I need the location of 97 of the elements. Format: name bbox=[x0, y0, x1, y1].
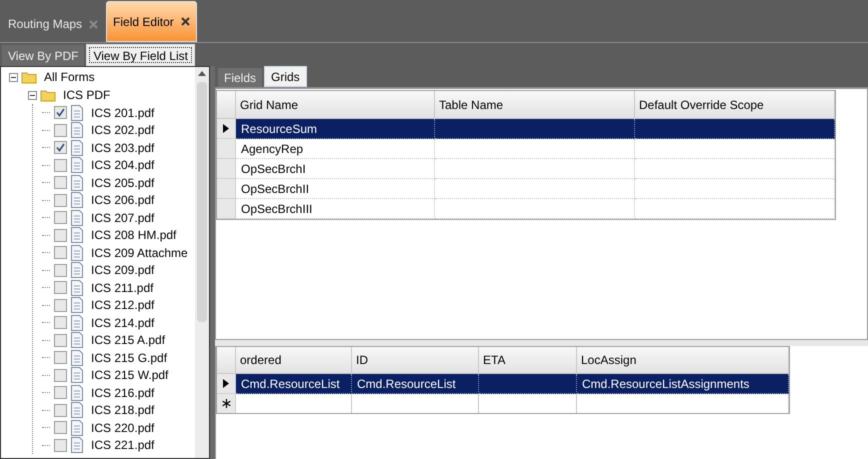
document-icon bbox=[71, 402, 83, 418]
tree-item[interactable]: ICS PDF bbox=[59, 86, 110, 104]
tree-item[interactable]: ICS 214.pdf bbox=[87, 314, 154, 332]
document-icon bbox=[71, 367, 83, 384]
tree-item[interactable]: ICS 203.pdf bbox=[87, 138, 154, 157]
column-header[interactable]: LocAssign bbox=[577, 347, 789, 374]
table-cell: OpSecBrchIII bbox=[236, 199, 435, 219]
checkbox[interactable] bbox=[54, 176, 67, 190]
table-cell: Cmd.ResourceList bbox=[352, 374, 479, 394]
document-icon bbox=[71, 104, 83, 121]
document-icon bbox=[71, 262, 83, 278]
tree-item[interactable]: All Forms bbox=[40, 68, 95, 86]
view-tab[interactable]: View By PDF bbox=[2, 45, 84, 66]
tree-item[interactable]: ICS 211.pdf bbox=[87, 278, 154, 297]
close-icon[interactable] bbox=[180, 17, 190, 26]
row-header-corner bbox=[217, 347, 236, 374]
checkbox[interactable] bbox=[54, 421, 67, 434]
tree-item[interactable]: ICS 201.pdf bbox=[87, 104, 154, 122]
checkbox[interactable] bbox=[54, 368, 67, 382]
checkbox[interactable] bbox=[54, 106, 67, 120]
checkbox[interactable] bbox=[54, 124, 67, 137]
document-icon bbox=[71, 122, 83, 138]
folder-icon bbox=[21, 70, 37, 84]
tree-item[interactable]: ICS 204.pdf bbox=[87, 156, 154, 174]
document-icon bbox=[71, 174, 83, 191]
checkbox[interactable] bbox=[54, 316, 67, 330]
checkbox[interactable] bbox=[54, 386, 67, 400]
table-cell: OpSecBrchI bbox=[236, 159, 435, 179]
checkbox[interactable] bbox=[54, 351, 67, 364]
tree-item[interactable]: ICS 216.pdf bbox=[87, 384, 154, 402]
folder-icon bbox=[40, 88, 56, 102]
collapse-toggle-icon[interactable] bbox=[9, 72, 18, 82]
tree-item[interactable]: ICS 215 W.pdf bbox=[87, 366, 168, 384]
tree-item[interactable]: ICS 202.pdf bbox=[87, 121, 154, 140]
column-header[interactable]: ETA bbox=[479, 347, 577, 374]
row-header[interactable] bbox=[217, 394, 236, 413]
document-icon bbox=[71, 420, 83, 436]
tree-item[interactable]: ICS 205.pdf bbox=[87, 174, 154, 192]
document-icon bbox=[71, 332, 83, 348]
table-cell: AgencyRep bbox=[236, 139, 435, 159]
document-icon bbox=[71, 157, 83, 174]
document-icon bbox=[71, 437, 83, 454]
tree-item[interactable]: ICS 218.pdf bbox=[87, 401, 154, 420]
new-row-icon bbox=[222, 399, 230, 408]
column-header[interactable]: ordered bbox=[236, 347, 352, 374]
row-header[interactable] bbox=[217, 374, 236, 394]
tab[interactable]: Fields bbox=[218, 68, 262, 87]
tree-item[interactable]: ICS 212.pdf bbox=[87, 296, 154, 314]
document-icon bbox=[71, 280, 83, 296]
row-header[interactable] bbox=[217, 119, 236, 139]
current-row-icon bbox=[223, 379, 229, 388]
checkbox[interactable] bbox=[54, 194, 67, 207]
document-icon bbox=[71, 244, 83, 261]
column-header[interactable]: Table Name bbox=[435, 91, 635, 119]
current-row-icon bbox=[223, 124, 229, 133]
checkbox[interactable] bbox=[54, 334, 67, 347]
document-icon bbox=[71, 350, 83, 366]
table-cell: Cmd.ResourceList bbox=[236, 374, 352, 394]
tree-item[interactable]: ICS 209 Attachme bbox=[87, 244, 188, 262]
tree-item[interactable]: ICS 206.pdf bbox=[87, 191, 154, 210]
checkbox[interactable] bbox=[54, 158, 67, 172]
collapse-toggle-icon[interactable] bbox=[28, 90, 37, 100]
document-icon bbox=[71, 384, 83, 401]
tree-item[interactable]: ICS 215 G.pdf bbox=[87, 348, 168, 367]
tree-item[interactable]: ICS 221.pdf bbox=[87, 436, 154, 454]
row-header-corner bbox=[217, 91, 236, 119]
document-tab[interactable]: Field Editor bbox=[106, 1, 197, 42]
table-cell: Cmd.ResourceListAssignments bbox=[577, 374, 789, 394]
checkbox[interactable] bbox=[54, 264, 67, 277]
document-icon bbox=[71, 192, 83, 208]
document-icon bbox=[71, 297, 83, 314]
tree-item[interactable]: ICS 209.pdf bbox=[87, 261, 154, 280]
tree-item[interactable]: ICS 207.pdf bbox=[87, 208, 154, 227]
checkbox[interactable] bbox=[54, 438, 67, 452]
scroll-up-icon[interactable] bbox=[198, 71, 206, 76]
checkbox[interactable] bbox=[54, 211, 67, 224]
table-cell: OpSecBrchII bbox=[236, 179, 435, 199]
checkbox[interactable] bbox=[54, 228, 67, 242]
checkbox[interactable] bbox=[54, 141, 67, 154]
tree-item[interactable]: ICS 208 HM.pdf bbox=[87, 226, 176, 244]
tab[interactable]: Grids bbox=[264, 66, 307, 87]
column-header[interactable]: ID bbox=[352, 347, 479, 374]
checkbox[interactable] bbox=[54, 281, 67, 294]
column-header[interactable]: Default Override Scope bbox=[635, 91, 835, 119]
document-icon bbox=[71, 314, 83, 331]
document-tab[interactable]: Routing Maps bbox=[2, 6, 104, 42]
document-icon bbox=[71, 210, 83, 226]
view-tab[interactable]: View By Field List bbox=[86, 44, 195, 66]
table-cell: ResourceSum bbox=[236, 119, 435, 139]
tree-item[interactable]: ICS 215 A.pdf bbox=[87, 331, 166, 350]
checkbox[interactable] bbox=[54, 298, 67, 312]
column-header[interactable]: Grid Name bbox=[236, 91, 435, 119]
checkbox[interactable] bbox=[54, 246, 67, 260]
document-icon bbox=[71, 227, 83, 244]
tree-item[interactable]: ICS 220.pdf bbox=[87, 418, 154, 437]
checkbox[interactable] bbox=[54, 404, 67, 417]
document-icon bbox=[71, 140, 83, 156]
